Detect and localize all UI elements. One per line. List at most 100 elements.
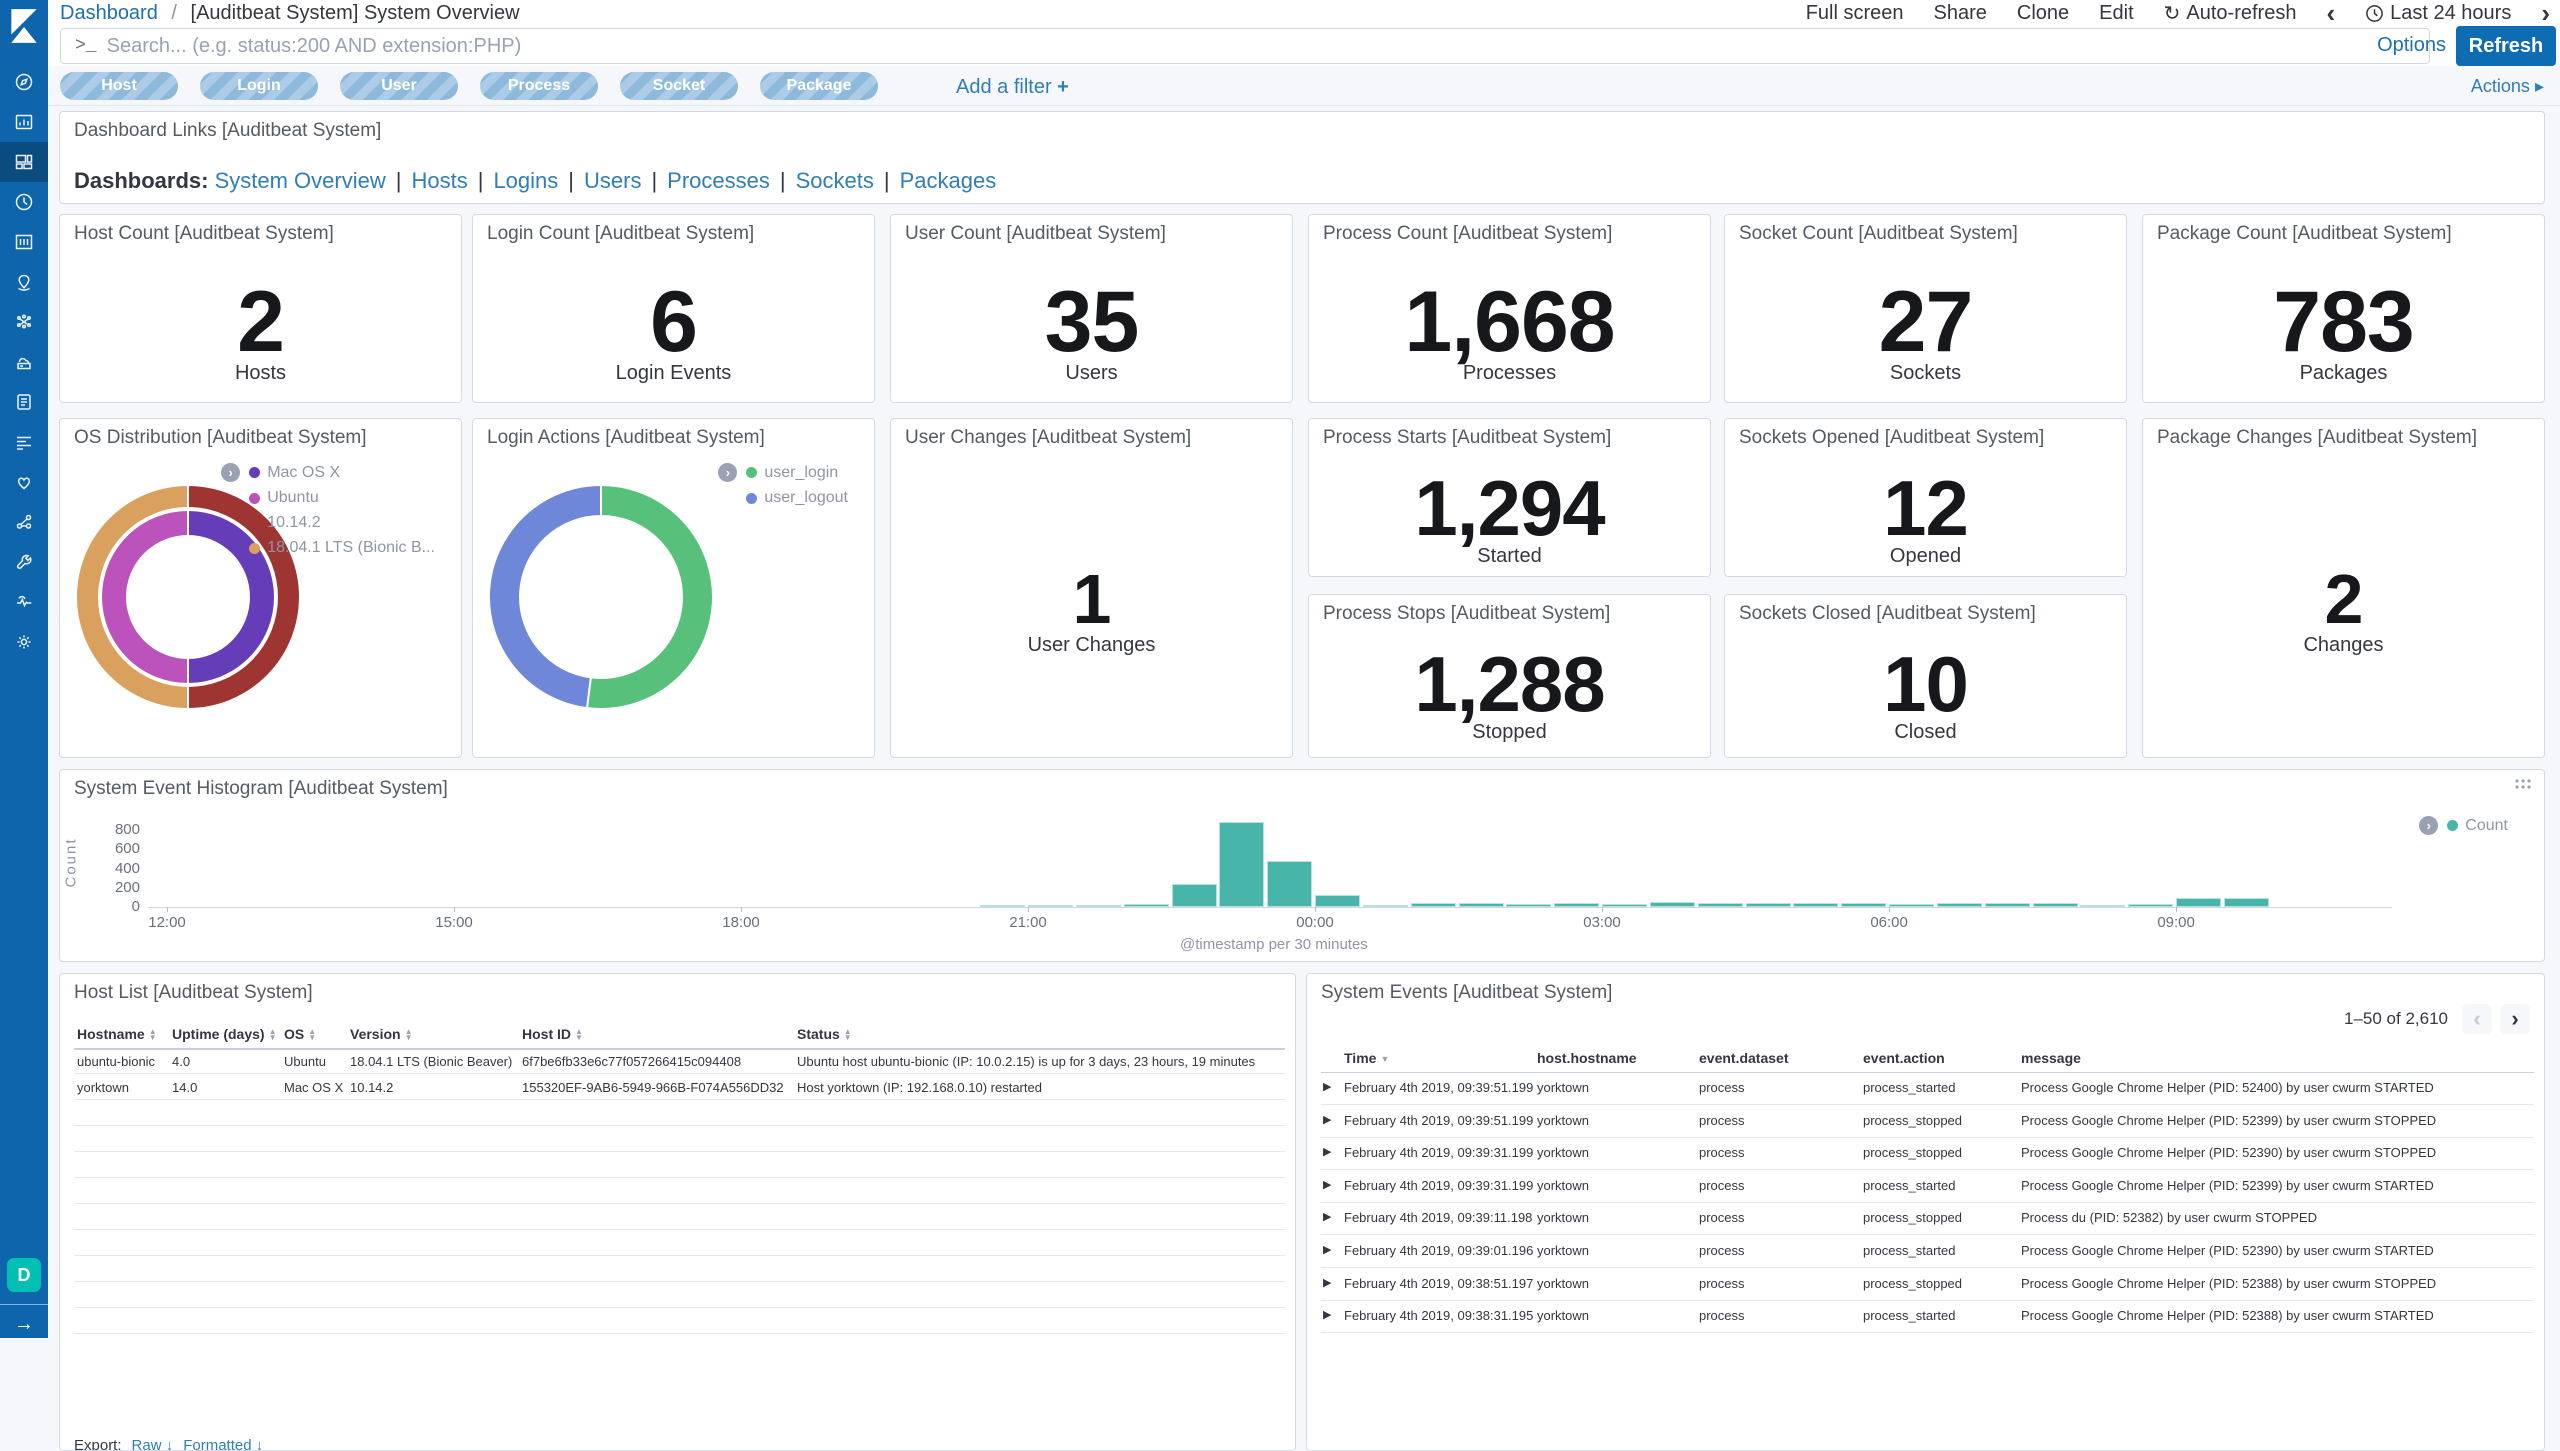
menu-item-edit[interactable]: Edit [2099,2,2133,25]
histogram-bar[interactable] [2224,898,2269,907]
pagination-prev-button[interactable]: ‹ [2462,1004,2492,1034]
histogram-bar[interactable] [1506,904,1551,907]
menu-item-clone[interactable]: Clone [2017,2,2069,25]
expand-caret-icon[interactable]: ▶ [1323,1113,1331,1126]
sidebar-item-monitoring[interactable] [0,582,48,622]
dashboard-link-system-overview[interactable]: System Overview [215,168,386,193]
sidebar-item-dev-tools[interactable] [0,542,48,582]
sidebar-item-graph[interactable] [0,502,48,542]
column-header-version[interactable]: Version▲▼ [350,1026,413,1042]
expand-caret-icon[interactable]: ▶ [1323,1145,1331,1158]
histogram-bar[interactable] [1746,903,1791,907]
expand-caret-icon[interactable]: ▶ [1323,1243,1331,1256]
histogram-bar[interactable] [1698,903,1743,907]
histogram-bar[interactable] [1889,904,1934,908]
column-header-status[interactable]: Status▲▼ [797,1026,852,1042]
histogram-bar[interactable] [2033,903,2078,908]
dashboard-link-packages[interactable]: Packages [900,168,997,193]
donut-slice-user-logout[interactable] [489,485,601,708]
sidebar-item-timelion[interactable] [0,182,48,222]
donut-slice-user-login[interactable] [587,485,713,709]
sidebar-item-dashboard[interactable] [0,142,48,182]
kibana-logo[interactable] [0,0,48,52]
dashboard-link-users[interactable]: Users [584,168,641,193]
filter-pill-host[interactable]: Host [60,72,178,100]
sidebar-item-uptime[interactable] [0,462,48,502]
histogram-bar[interactable] [1937,903,1982,907]
histogram-bar[interactable] [2128,904,2173,908]
dashboard-link-sockets[interactable]: Sockets [796,168,874,193]
histogram-bar[interactable] [1459,903,1504,907]
legend-expand-icon[interactable]: › [221,463,240,482]
dashboard-link-hosts[interactable]: Hosts [411,168,467,193]
options-link[interactable]: Options [2377,34,2446,57]
filter-pill-package[interactable]: Package [760,72,878,100]
actions-link[interactable]: Actions ▸ [2471,76,2544,97]
histogram-bar[interactable] [1985,903,2030,908]
expand-caret-icon[interactable]: ▶ [1323,1276,1331,1289]
legend-expand-icon[interactable]: › [2419,816,2438,835]
column-header-hostname[interactable]: Hostname▲▼ [77,1026,157,1042]
legend-item-ubuntu[interactable]: Ubuntu [249,489,319,507]
histogram-bar[interactable] [1315,895,1360,908]
histogram-bar[interactable] [1076,905,1121,907]
column-header-time[interactable]: Time▼ [1344,1050,1389,1066]
sidebar-item-discover[interactable] [0,62,48,102]
export-raw-link[interactable]: Raw ↓ [132,1437,174,1451]
sidebar-item-management[interactable] [0,622,48,662]
sidebar-item-infrastructure[interactable] [0,342,48,382]
column-header-host-id[interactable]: Host ID▲▼ [522,1026,583,1042]
column-header-host-hostname[interactable]: host.hostname [1537,1050,1637,1066]
histogram-bar[interactable] [1219,822,1264,907]
expand-caret-icon[interactable]: ▶ [1323,1080,1331,1093]
column-header-uptime-days-[interactable]: Uptime (days)▲▼ [172,1026,277,1042]
histogram-bar[interactable] [980,905,1025,907]
histogram-bar[interactable] [2176,898,2221,907]
expand-caret-icon[interactable]: ▶ [1323,1308,1331,1321]
sidebar-item-canvas[interactable] [0,222,48,262]
expand-caret-icon[interactable]: ▶ [1323,1210,1331,1223]
column-header-event-action[interactable]: event.action [1863,1050,1945,1066]
histogram-bar[interactable] [2080,905,2125,907]
filter-pill-user[interactable]: User [340,72,458,100]
search-input[interactable]: >_ Search... (e.g. status:200 AND extens… [60,28,2430,64]
filter-pill-process[interactable]: Process [480,72,598,100]
export-formatted-link[interactable]: Formatted ↓ [183,1437,263,1451]
histogram-bar[interactable] [1124,904,1169,907]
sidebar-item-apm[interactable] [0,422,48,462]
histogram-bar[interactable] [1267,861,1312,907]
histogram-bar[interactable] [1172,884,1217,907]
sidebar-item-visualize[interactable] [0,102,48,142]
filter-pill-socket[interactable]: Socket [620,72,738,100]
legend-item-count[interactable]: Count [2447,817,2508,835]
refresh-button[interactable]: Refresh [2456,26,2556,66]
sidebar-item-maps[interactable] [0,262,48,302]
column-header-message[interactable]: message [2021,1050,2081,1066]
legend-expand-icon[interactable]: › [718,463,737,482]
histogram-bar[interactable] [1650,902,1695,907]
auto-refresh-button[interactable]: ↻Auto-refresh [2164,1,2297,26]
expand-caret-icon[interactable]: ▶ [1323,1178,1331,1191]
legend-item-mac-os-x[interactable]: Mac OS X [249,464,340,482]
time-next-button[interactable]: › [2541,0,2550,26]
histogram-bar[interactable] [1363,905,1408,907]
histogram-bar[interactable] [1841,903,1886,907]
panel-options-icon[interactable] [2514,778,2532,790]
menu-item-full-screen[interactable]: Full screen [1806,2,1904,25]
dashboard-link-logins[interactable]: Logins [493,168,558,193]
column-header-os[interactable]: OS▲▼ [284,1026,316,1042]
legend-item-user-logout[interactable]: user_logout [746,489,848,507]
breadcrumb-dashboard-link[interactable]: Dashboard [60,2,158,24]
histogram-bar[interactable] [1602,904,1647,908]
column-header-event-dataset[interactable]: event.dataset [1699,1050,1788,1066]
sidebar-item-logs[interactable] [0,382,48,422]
histogram-bar[interactable] [1554,903,1599,907]
legend-item-10-14-2[interactable]: 10.14.2 [249,514,320,532]
time-prev-button[interactable]: ‹ [2326,0,2335,26]
legend-item-18-04-1-lts-bionic-b-[interactable]: 18.04.1 LTS (Bionic B... [249,539,435,557]
histogram-bar[interactable] [1028,905,1073,907]
sidebar-item-machine-learning[interactable] [0,302,48,342]
legend-item-user-login[interactable]: user_login [746,464,838,482]
histogram-bar[interactable] [1793,903,1838,907]
filter-pill-login[interactable]: Login [200,72,318,100]
